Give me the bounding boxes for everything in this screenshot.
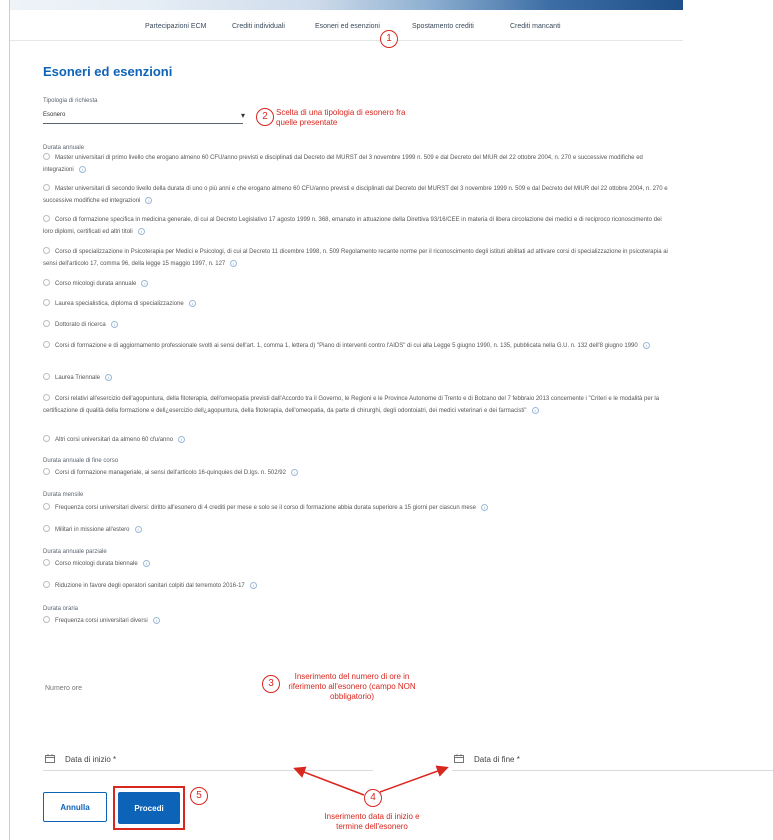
annotation-arrow-start-date (293, 766, 365, 796)
annotation-arrows (293, 765, 449, 796)
annotation-arrow-end-date (379, 765, 449, 793)
